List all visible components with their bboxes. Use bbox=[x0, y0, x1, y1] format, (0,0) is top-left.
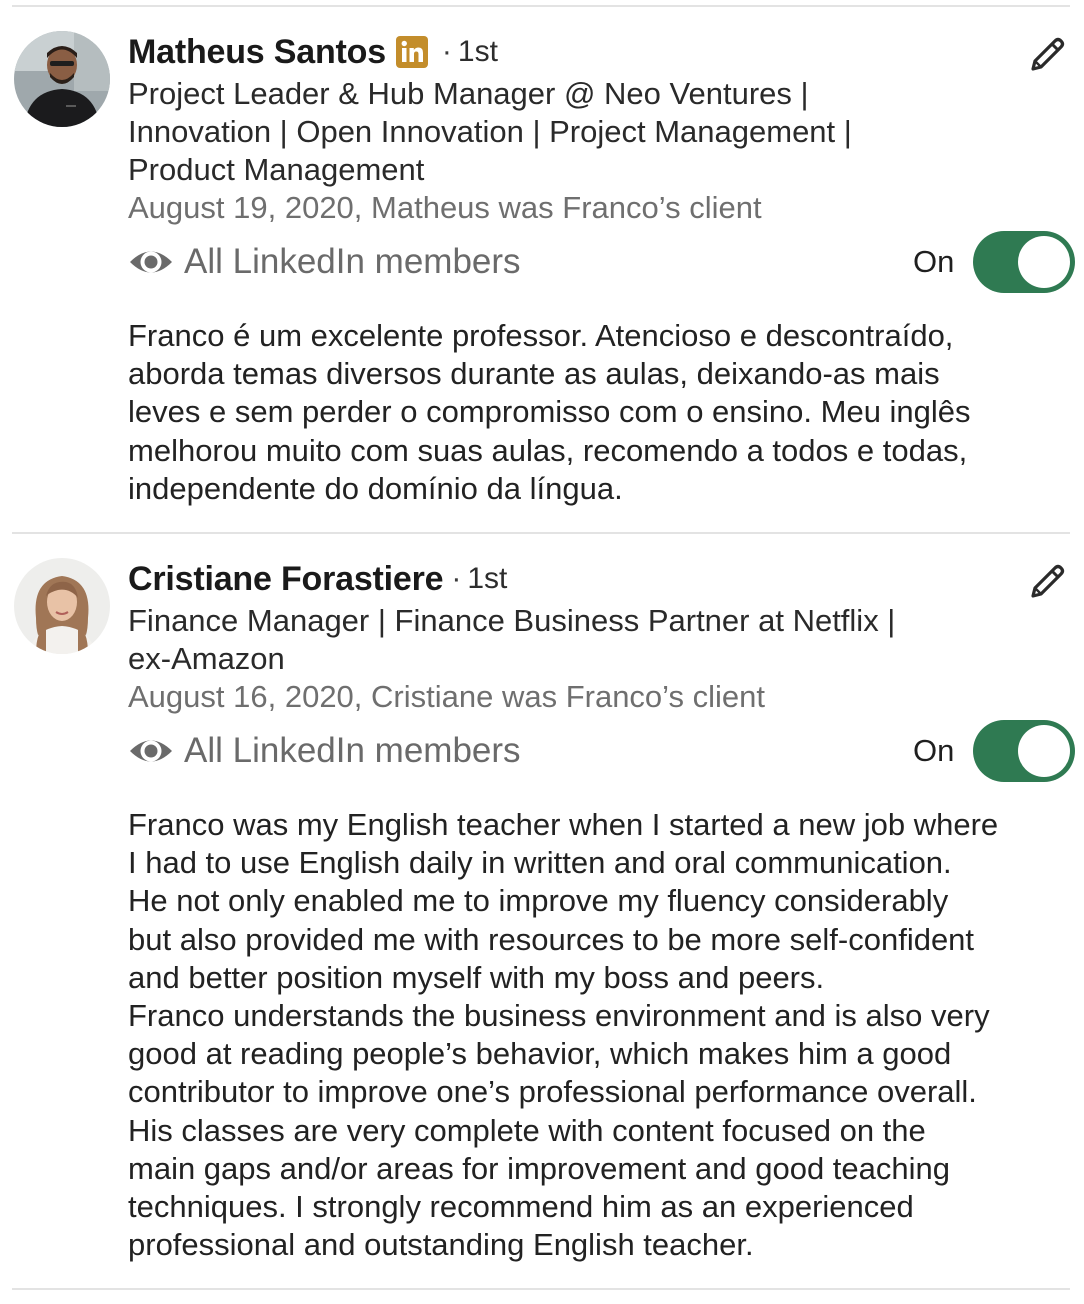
recommendation-text-line: His classes are very complete with conte… bbox=[128, 1112, 926, 1148]
recommendation-text-line: professional and outstanding English tea… bbox=[128, 1227, 754, 1263]
recommendation-text-line: and better position myself with my boss … bbox=[128, 959, 825, 995]
visibility-setting[interactable]: All LinkedIn members bbox=[128, 721, 521, 781]
member-name-line: Cristiane Forastiere · 1st bbox=[128, 557, 507, 601]
separator-dot: · bbox=[441, 35, 452, 68]
recommendation-text-line: contributor to improve one’s professiona… bbox=[128, 1074, 977, 1110]
recommendation-text-line: main gaps and/or areas for improvement a… bbox=[128, 1150, 950, 1186]
eye-icon bbox=[130, 251, 172, 273]
edit-pencil-icon[interactable] bbox=[1024, 559, 1070, 605]
toggle-state-label: On bbox=[913, 733, 955, 768]
member-name[interactable]: Matheus Santos bbox=[128, 33, 386, 72]
recommendation-text-line: leves e sem perder o compromisso com o e… bbox=[128, 394, 971, 430]
recommendation-text-line: melhorou muito com suas aulas, recomendo… bbox=[128, 432, 968, 468]
toggle-knob bbox=[1018, 236, 1070, 288]
recommendation-date-relation: August 19, 2020, Matheus was Franco’s cl… bbox=[128, 190, 762, 225]
show-recommendation-toggle[interactable] bbox=[973, 231, 1075, 293]
avatar[interactable] bbox=[14, 558, 110, 654]
top-divider bbox=[12, 5, 1070, 7]
recommendation-text-line: but also provided me with resources to b… bbox=[128, 921, 975, 957]
recommendation-text: Franco é um excelente professor. Atencio… bbox=[128, 317, 1078, 508]
member-name-line: Matheus Santos · 1st bbox=[128, 30, 498, 74]
visibility-label: All LinkedIn members bbox=[184, 242, 521, 281]
recommendation-text-line: Franco was my English teacher when I sta… bbox=[128, 807, 999, 842]
edit-pencil-icon[interactable] bbox=[1024, 32, 1070, 78]
recommendation-text-line: independente do domínio da língua. bbox=[128, 470, 623, 506]
avatar-photo bbox=[14, 558, 110, 654]
member-headline: Finance Manager | Finance Business Partn… bbox=[128, 602, 1028, 678]
visibility-setting[interactable]: All LinkedIn members bbox=[128, 232, 521, 292]
headline-line: ex-Amazon bbox=[128, 641, 285, 676]
recommendation-text-line: He not only enabled me to improve my flu… bbox=[128, 883, 949, 919]
headline-line: Innovation | Open Innovation | Project M… bbox=[128, 114, 852, 149]
member-headline: Project Leader & Hub Manager @ Neo Ventu… bbox=[128, 75, 1028, 189]
visibility-label: All LinkedIn members bbox=[184, 731, 521, 770]
avatar[interactable] bbox=[14, 31, 110, 127]
member-name[interactable]: Cristiane Forastiere bbox=[128, 560, 444, 599]
recommendation-text-line: Franco understands the business environm… bbox=[128, 998, 990, 1034]
toggle-state-label: On bbox=[913, 244, 955, 279]
headline-line: Project Leader & Hub Manager @ Neo Ventu… bbox=[128, 76, 809, 111]
recommendation-text-line: Franco é um excelente professor. Atencio… bbox=[128, 318, 954, 353]
recommendation-text-line: techniques. I strongly recommend him as … bbox=[128, 1189, 914, 1225]
toggle-knob bbox=[1018, 725, 1070, 777]
recommendation-date-relation: August 16, 2020, Cristiane was Franco’s … bbox=[128, 679, 765, 714]
headline-line: Finance Manager | Finance Business Partn… bbox=[128, 603, 896, 638]
connection-degree: 1st bbox=[467, 562, 508, 595]
separator-dot: · bbox=[451, 562, 462, 595]
show-recommendation-toggle[interactable] bbox=[973, 720, 1075, 782]
linkedin-premium-icon bbox=[395, 36, 428, 68]
recommendation-text: Franco was my English teacher when I sta… bbox=[128, 806, 1078, 1264]
headline-line: Product Management bbox=[128, 152, 425, 187]
eye-icon bbox=[130, 740, 172, 762]
avatar-photo bbox=[14, 31, 110, 127]
card-divider bbox=[12, 1288, 1070, 1290]
card-divider bbox=[12, 532, 1070, 534]
recommendation-text-line: I had to use English daily in written an… bbox=[128, 845, 952, 881]
recommendation-text-line: good at reading people’s behavior, which… bbox=[128, 1036, 952, 1072]
recommendation-text-line: aborda temas diversos durante as aulas, … bbox=[128, 356, 940, 392]
connection-degree: 1st bbox=[457, 35, 498, 68]
